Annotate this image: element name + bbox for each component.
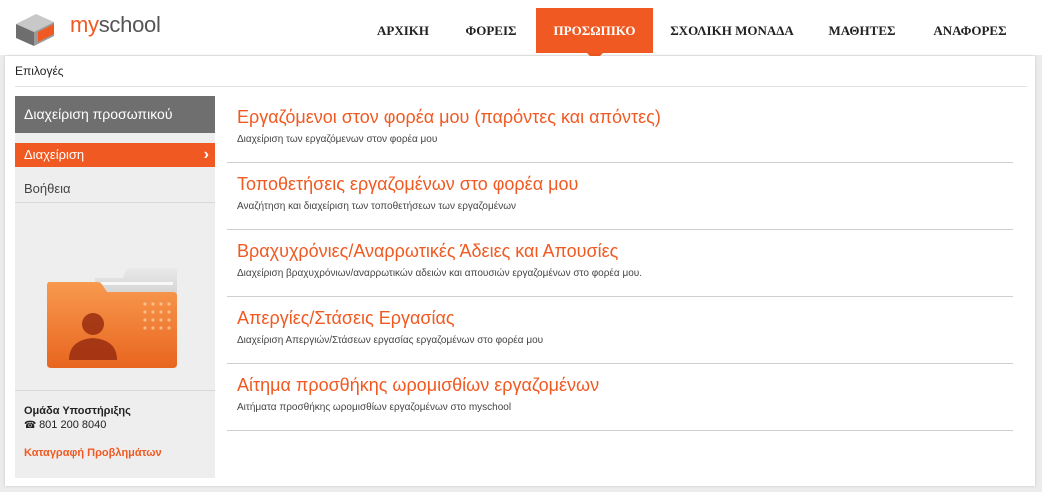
main-panel: Επιλογές Διαχείριση προσωπικού Διαχείρισ… [5, 56, 1035, 486]
personnel-folder-icon [47, 268, 177, 368]
list-item: Βραχυχρόνιες/Αναρρωτικές Άδειες και Απου… [227, 230, 1013, 297]
support-phone-number: 801 200 8040 [39, 419, 107, 431]
support-team-title: Ομάδα Υποστήριξης [24, 405, 131, 417]
nav-item-students[interactable]: ΜΑΘΗΤΕΣ [818, 8, 906, 53]
option-description: Διαχείριση Απεργιών/Στάσεων εργασίας εργ… [237, 335, 544, 346]
support-phone: ☎ 801 200 8040 [24, 419, 106, 431]
option-title-link[interactable]: Τοποθετήσεις εργαζομένων στο φορέα μου [237, 174, 578, 195]
list-item: Εργαζόμενοι στον φορέα μου (παρόντες και… [227, 96, 1013, 163]
sidebar-divider [15, 390, 215, 391]
list-item: Τοποθετήσεις εργαζομένων στο φορέα μου Α… [227, 163, 1013, 230]
option-description: Διαχείριση των εργαζόμενων στον φορέα μο… [237, 134, 438, 145]
option-description: Διαχείριση βραχυχρόνιων/αναρρωτικών αδει… [237, 268, 643, 279]
sidebar-item-label: Διαχείριση [24, 147, 85, 162]
list-item: Απεργίες/Στάσεις Εργασίας Διαχείριση Απε… [227, 297, 1013, 364]
option-description: Αναζήτηση και διαχείριση των τοποθετήσεω… [237, 201, 517, 212]
main-nav: ΑΡΧΙΚΗ ΦΟΡΕΙΣ ΠΡΟΣΩΠΙΚΟ ΣΧΟΛΙΚΗ ΜΟΝΑΔΑ Μ… [0, 8, 1042, 61]
top-header: myschool ΑΡΧΙΚΗ ΦΟΡΕΙΣ ΠΡΟΣΩΠΙΚΟ ΣΧΟΛΙΚΗ… [0, 0, 1042, 61]
nav-item-school-unit[interactable]: ΣΧΟΛΙΚΗ ΜΟΝΑΔΑ [664, 8, 800, 53]
option-title-link[interactable]: Απεργίες/Στάσεις Εργασίας [237, 308, 455, 329]
chevron-right-icon: › [203, 146, 209, 163]
breadcrumb-divider [15, 86, 1027, 87]
breadcrumb: Επιλογές [15, 64, 64, 78]
sidebar-divider [15, 202, 215, 203]
nav-item-reports[interactable]: ΑΝΑΦΟΡΕΣ [922, 8, 1018, 53]
nav-item-organizations[interactable]: ΦΟΡΕΙΣ [456, 8, 526, 53]
option-title-link[interactable]: Εργαζόμενοι στον φορέα μου (παρόντες και… [237, 107, 661, 128]
sidebar-item-management[interactable]: Διαχείριση › [15, 143, 215, 167]
sidebar: Διαχείριση προσωπικού Διαχείριση › Βοήθε… [15, 96, 215, 478]
option-description: Αιτήματα προσθήκης ωρομισθίων εργαζομένω… [237, 402, 512, 413]
option-title-link[interactable]: Βραχυχρόνιες/Αναρρωτικές Άδειες και Απου… [237, 241, 618, 262]
nav-item-home[interactable]: ΑΡΧΙΚΗ [366, 8, 440, 53]
nav-item-personnel[interactable]: ΠΡΟΣΩΠΙΚΟ [536, 8, 653, 61]
report-problems-link[interactable]: Καταγραφή Προβλημάτων [24, 447, 162, 459]
phone-icon: ☎ [24, 420, 37, 431]
option-title-link[interactable]: Αίτημα προσθήκης ωρομισθίων εργαζομένων [237, 375, 599, 396]
list-item: Αίτημα προσθήκης ωρομισθίων εργαζομένων … [227, 364, 1013, 431]
sidebar-title: Διαχείριση προσωπικού [15, 96, 215, 133]
sidebar-item-help[interactable]: Βοήθεια [24, 181, 71, 196]
